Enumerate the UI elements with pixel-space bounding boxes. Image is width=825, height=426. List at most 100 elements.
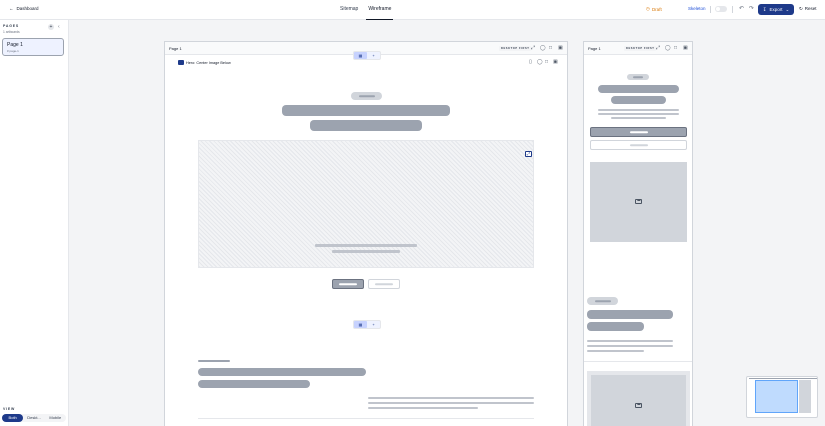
tab-wireframe[interactable]: Wireframe [366, 0, 394, 20]
primary-button-placeholder[interactable] [590, 127, 687, 137]
block-name: Hero: Center Image Below [186, 60, 231, 65]
image-icon [635, 199, 642, 204]
arrow-left-icon: ← [9, 6, 14, 11]
artboard-name: Page 1 [169, 46, 182, 51]
text-placeholder [611, 117, 666, 119]
caption-placeholder [332, 250, 400, 253]
expand-icon[interactable]: ⤢ [525, 151, 532, 157]
headline-placeholder [282, 105, 450, 116]
reset-label: Reset [804, 6, 817, 11]
image-icon[interactable]: ▣ [553, 59, 558, 65]
minimap-ruler [749, 378, 817, 379]
eyebrow-placeholder [351, 92, 382, 100]
export-button[interactable]: ↧ Export ⌄ [758, 4, 794, 15]
top-bar: ← Dashboard Sitemap Wireframe ◷ Draft Sk… [0, 0, 825, 20]
divider [584, 361, 692, 362]
headline-placeholder [611, 96, 666, 104]
secondary-button-placeholder[interactable] [368, 279, 400, 289]
chevron-down-icon: ⌄ [785, 6, 790, 12]
view-desktop[interactable]: Deskt... [23, 414, 44, 422]
image-icon[interactable]: ▣ [683, 45, 688, 51]
expand-icon[interactable]: ⤢ [656, 45, 660, 51]
divider [710, 6, 711, 13]
add-icon[interactable]: + [367, 52, 380, 59]
layout-icon[interactable]: ▦ [354, 52, 367, 59]
lock-icon[interactable]: ◯ [665, 45, 671, 51]
eyebrow-placeholder [198, 360, 230, 362]
view-switcher: Both Deskt... Mobile [2, 414, 66, 422]
eyebrow-placeholder [587, 297, 618, 305]
lock-icon[interactable]: ◯ [540, 45, 546, 51]
view-both[interactable]: Both [2, 414, 24, 422]
text-placeholder [598, 109, 679, 111]
view-heading: VIEW [3, 407, 16, 411]
eyebrow-placeholder [627, 74, 649, 80]
back-label: Dashboard [16, 6, 39, 11]
clock-icon: ◷ [646, 6, 650, 11]
heading-placeholder [587, 310, 673, 319]
headline-placeholder [310, 120, 422, 131]
block-view-toggle[interactable]: ▦ + [353, 51, 381, 60]
minimap-viewport[interactable] [755, 380, 798, 413]
collapse-sidebar-icon[interactable]: ‹ [58, 24, 60, 30]
primary-button-placeholder[interactable] [332, 279, 364, 289]
block-label[interactable]: Hero: Center Image Below [178, 60, 231, 65]
skeleton-toggle[interactable] [715, 6, 727, 12]
download-icon: ↧ [762, 6, 767, 12]
export-label: Export [769, 7, 783, 12]
artboard-header: Page 1 DESKTOP FIRST ⤢ ◯ □ ▣ [584, 42, 692, 55]
divider [732, 6, 733, 13]
reset-button[interactable]: ↻ Reset [799, 6, 817, 12]
back-to-dashboard[interactable]: ← Dashboard [9, 6, 39, 11]
sidebar: PAGES 1 artboards + ‹ Page 1 # page-1 VI… [0, 20, 69, 426]
artboard-badge: DESKTOP FIRST [624, 46, 657, 51]
copy-icon[interactable]: □ [674, 45, 677, 51]
sidebar-item-page-1[interactable]: Page 1 # page-1 [2, 38, 64, 56]
status-label: Draft [651, 6, 662, 12]
hero-image-placeholder [198, 140, 534, 268]
image-icon [635, 403, 642, 408]
add-page-button[interactable]: + [48, 24, 54, 30]
mobile-preview-icon[interactable]: ▯ [529, 59, 532, 65]
expand-icon[interactable]: ⤢ [531, 45, 535, 51]
page-name: Page 1 [7, 42, 23, 48]
block-type-icon [178, 60, 184, 65]
copy-icon[interactable]: □ [545, 59, 548, 65]
secondary-button-placeholder[interactable] [590, 140, 687, 150]
tab-sitemap[interactable]: Sitemap [338, 0, 360, 20]
text-placeholder [587, 340, 673, 342]
artboard-name: Page 1 [588, 46, 601, 51]
headline-placeholder [598, 85, 679, 93]
text-placeholder [598, 113, 679, 115]
status-badge: ◷ Draft [646, 6, 662, 12]
text-placeholder [587, 345, 673, 347]
page-slug: # page-1 [7, 49, 19, 53]
redo-icon[interactable]: ↷ [749, 6, 754, 13]
heading-placeholder [198, 368, 366, 376]
view-mobile[interactable]: Mobile [45, 414, 66, 422]
pages-heading: PAGES [3, 24, 19, 28]
heading-placeholder [587, 322, 644, 331]
text-placeholder [368, 407, 478, 409]
undo-icon[interactable]: ↶ [739, 6, 744, 13]
minimap-artboard [799, 380, 811, 413]
artboards-count: 1 artboards [3, 30, 20, 34]
text-placeholder [368, 397, 534, 399]
divider [198, 418, 534, 419]
copy-icon[interactable]: □ [549, 45, 552, 51]
block-view-toggle[interactable]: ▦ + [353, 320, 381, 329]
refresh-icon: ↻ [799, 6, 803, 11]
text-placeholder [587, 350, 644, 352]
layout-icon[interactable]: ▦ [354, 321, 367, 328]
image-icon[interactable]: ▣ [558, 45, 563, 51]
minimap[interactable] [746, 376, 818, 418]
caption-placeholder [315, 244, 417, 247]
image-placeholder [591, 375, 686, 426]
heading-placeholder [198, 380, 310, 388]
artboard-badge: DESKTOP FIRST [499, 46, 532, 51]
lock-icon[interactable]: ◯ [537, 59, 543, 65]
mode-label: Skeleton [688, 6, 706, 11]
text-placeholder [368, 402, 534, 404]
view-tabs: Sitemap Wireframe [338, 0, 394, 20]
add-icon[interactable]: + [367, 321, 380, 328]
